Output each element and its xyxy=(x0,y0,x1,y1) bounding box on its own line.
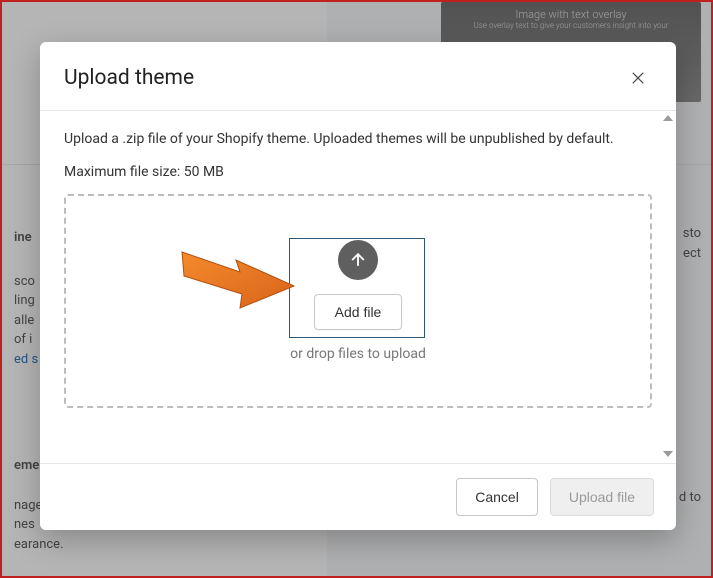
scrollbar[interactable] xyxy=(662,111,674,463)
modal-title: Upload theme xyxy=(64,66,194,90)
max-file-size-label: Maximum file size: 50 MB xyxy=(64,164,652,180)
drop-hint-text: or drop files to upload xyxy=(290,346,426,362)
modal-header: Upload theme xyxy=(40,42,676,111)
add-file-button[interactable]: Add file xyxy=(314,294,403,330)
upload-theme-modal: Upload theme Upload a .zip file of your … xyxy=(40,42,676,530)
scroll-up-icon xyxy=(663,115,673,121)
close-icon xyxy=(629,69,647,87)
modal-footer: Cancel Upload file xyxy=(40,463,676,530)
scroll-down-icon xyxy=(663,451,673,457)
modal-body: Upload a .zip file of your Shopify theme… xyxy=(40,111,676,463)
arrow-up-icon xyxy=(348,250,368,270)
modal-description: Upload a .zip file of your Shopify theme… xyxy=(64,129,624,150)
upload-file-button[interactable]: Upload file xyxy=(550,478,654,516)
cancel-button[interactable]: Cancel xyxy=(456,478,538,516)
annotation-arrow-icon xyxy=(176,242,296,312)
upload-circle-icon xyxy=(338,240,378,280)
file-dropzone[interactable]: Add file or drop files to upload xyxy=(64,194,652,408)
close-button[interactable] xyxy=(624,64,652,92)
